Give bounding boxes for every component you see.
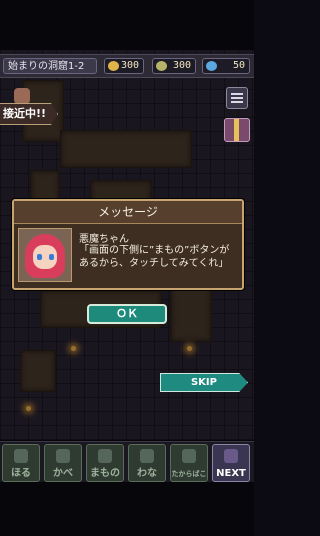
bottom-action-bar: ほる かべ まもの わな たからばこ NEXT xyxy=(0,441,254,482)
gem-value: 50 xyxy=(232,60,245,71)
wall-button-label: かべ xyxy=(53,468,73,479)
dialog-message: 「画面の下側に”まもの”ボタンがあるから、タッチしてみてくれ」 xyxy=(79,245,230,269)
wall-icon xyxy=(56,449,70,463)
portrait-eye xyxy=(37,254,42,260)
portrait-eye xyxy=(49,254,54,260)
menu-icon xyxy=(231,101,243,103)
dialog-title: メッセージ xyxy=(14,201,242,224)
wall-button[interactable]: かべ xyxy=(44,444,82,482)
menu-icon xyxy=(231,93,243,95)
monster-button-label: まもの xyxy=(90,468,120,479)
leaf-counter: 300 xyxy=(152,58,196,74)
approaching-banner[interactable]: 接近中!! xyxy=(0,103,58,125)
menu-icon xyxy=(231,97,243,99)
treasure-chest-icon xyxy=(182,449,196,463)
trap-button-label: わな xyxy=(137,468,157,479)
coin-icon xyxy=(108,61,119,71)
coin-counter: 300 xyxy=(104,58,144,74)
monster-icon xyxy=(98,449,112,463)
stage-label: 始まりの洞窟1-2 xyxy=(3,58,97,74)
speaker-name: 悪魔ちゃん xyxy=(79,234,129,245)
approaching-monster-icon xyxy=(14,88,30,104)
skip-button[interactable]: SKIP xyxy=(160,373,248,392)
dig-button-label: ほる xyxy=(11,468,31,479)
gem-counter: 50 xyxy=(202,58,250,74)
leaf-icon xyxy=(156,61,167,71)
game-screen: 始まりの洞窟1-2 300 300 50 接近中!! メッセージ 悪魔ちゃん 「… xyxy=(0,0,254,536)
gift-box-button[interactable] xyxy=(224,118,250,142)
next-monster-icon xyxy=(224,449,238,463)
message-dialog: メッセージ 悪魔ちゃん 「画面の下側に”まもの”ボタンがあるから、タッチしてみて… xyxy=(12,199,244,290)
speaker-portrait xyxy=(18,228,72,282)
next-button-label: NEXT xyxy=(216,468,246,479)
top-status-bar: 始まりの洞窟1-2 300 300 50 xyxy=(0,54,254,78)
ok-button[interactable]: ＯＫ xyxy=(87,304,167,324)
coin-value: 300 xyxy=(120,60,139,71)
leaf-value: 300 xyxy=(172,60,191,71)
gem-icon xyxy=(206,61,217,71)
dig-button[interactable]: ほる xyxy=(2,444,40,482)
treasure-chest-button[interactable]: たからばこ xyxy=(170,444,208,482)
trap-button[interactable]: わな xyxy=(128,444,166,482)
trap-icon xyxy=(140,449,154,463)
treasure-chest-button-label: たからばこ xyxy=(171,470,207,478)
monster-button[interactable]: まもの xyxy=(86,444,124,482)
footer-area xyxy=(0,484,254,536)
next-button[interactable]: NEXT xyxy=(212,444,250,482)
pickaxe-icon xyxy=(14,449,28,463)
menu-button[interactable] xyxy=(226,87,248,109)
